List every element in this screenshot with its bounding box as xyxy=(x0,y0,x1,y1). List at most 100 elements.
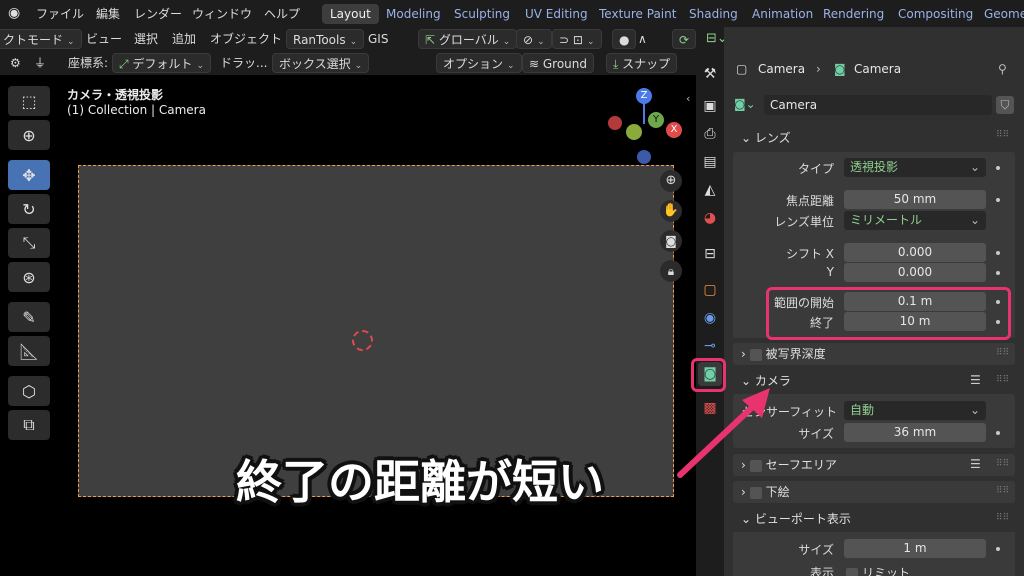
drag-handle-icon[interactable]: ⠿⠿ xyxy=(996,486,1009,496)
tab-sculpting[interactable]: Sculpting xyxy=(446,4,518,24)
gizmo-x-axis[interactable]: X xyxy=(666,122,682,138)
keyframe-dot[interactable] xyxy=(996,271,1000,275)
display-size-field[interactable]: 1 m xyxy=(844,539,986,558)
menu-object[interactable]: オブジェクト xyxy=(204,29,288,49)
tab-modeling[interactable]: Modeling xyxy=(378,4,449,24)
scene-tab-icon[interactable]: ◭ xyxy=(698,178,722,202)
navigation-gizmo[interactable]: Z Y X xyxy=(600,82,690,172)
shift-y-field[interactable]: 0.000 xyxy=(844,263,986,282)
measure-tool[interactable]: 📐︎ xyxy=(8,336,50,366)
menu-gis[interactable]: GIS xyxy=(362,29,394,49)
collection-label: (1) Collection | Camera xyxy=(67,103,206,117)
transform-orientation-dropdown[interactable]: ⇱ グローバル ⌄ xyxy=(418,29,518,49)
object-tool[interactable]: ⧉ xyxy=(8,410,50,440)
tab-texture-paint[interactable]: Texture Paint xyxy=(591,4,684,24)
keyframe-dot[interactable] xyxy=(996,547,1000,551)
drag-handle-icon[interactable]: ⠿⠿ xyxy=(996,375,1009,385)
focal-length-field[interactable]: 50 mm xyxy=(844,190,986,209)
visibility-dropdown[interactable]: ⟳ xyxy=(672,29,697,49)
limit-checkbox[interactable]: リミット xyxy=(846,564,910,576)
constraints-tab-icon[interactable]: ⊸ xyxy=(698,334,722,358)
pin-icon[interactable]: ⚲ xyxy=(998,62,1007,76)
snap-button[interactable]: ⤓ スナップ xyxy=(606,53,678,73)
sensor-size-field[interactable]: 36 mm xyxy=(844,423,986,442)
coord-system-dropdown[interactable]: ⤢ デフォルト ⌄ xyxy=(112,53,211,73)
mode-dropdown[interactable]: クトモード ⌄ xyxy=(0,29,82,49)
keyframe-dot[interactable] xyxy=(996,431,1000,435)
zoom-icon[interactable]: ⊕ xyxy=(660,170,682,192)
menu-edit[interactable]: 編集 xyxy=(96,5,120,22)
type-dropdown[interactable]: 透視投影 ⌄ xyxy=(844,158,986,177)
shift-x-field[interactable]: 0.000 xyxy=(844,243,986,262)
tab-animation[interactable]: Animation xyxy=(744,4,821,24)
object-tab-icon[interactable]: ▢ xyxy=(698,278,722,302)
annotate-tool[interactable]: ✎ xyxy=(8,302,50,332)
tab-rendering[interactable]: Rendering xyxy=(815,4,892,24)
menu-window[interactable]: ウィンドウ xyxy=(192,5,252,22)
lens-panel-header[interactable]: ⌄ レンズ xyxy=(733,127,1015,149)
output-tab-icon[interactable]: ⎙ xyxy=(698,122,722,146)
select-box-tool[interactable]: ⬚ xyxy=(8,86,50,116)
axis-icon: ⤢ xyxy=(119,57,133,71)
tab-uv-editing[interactable]: UV Editing xyxy=(517,4,596,24)
options-dropdown[interactable]: オプション ⌄ xyxy=(436,53,522,73)
menu-select[interactable]: 選択 xyxy=(128,29,164,49)
rotate-tool[interactable]: ↻ xyxy=(8,194,50,224)
display-size-label: サイズ xyxy=(798,543,834,557)
dof-panel-header[interactable]: › 被写界深度 xyxy=(733,343,1015,365)
lock-icon[interactable]: 🔒︎ xyxy=(660,260,682,282)
tab-geometry[interactable]: Geomet xyxy=(976,4,1024,24)
ground-button[interactable]: ≋ Ground xyxy=(522,53,595,73)
select-mode-dropdown[interactable]: ボックス選択 ⌄ xyxy=(272,53,370,73)
tab-compositing[interactable]: Compositing xyxy=(890,4,981,24)
pan-hand-icon[interactable]: ✋ xyxy=(660,200,682,222)
filter-icon[interactable]: ⏚ xyxy=(28,53,52,73)
tab-shading[interactable]: Shading xyxy=(681,4,746,24)
datablock-name-field[interactable]: Camera xyxy=(764,95,992,115)
datablock-icon[interactable]: ◙⌄ xyxy=(734,97,756,111)
pivot-dropdown[interactable]: ⊘ ⌄ xyxy=(516,29,552,49)
sensor-fit-dropdown[interactable]: 自動 ⌄ xyxy=(844,401,986,420)
transform-tool[interactable]: ⊛ xyxy=(8,262,50,292)
shield-icon[interactable]: ⛉ xyxy=(996,96,1014,114)
keyframe-dot[interactable] xyxy=(996,251,1000,255)
keyframe-dot[interactable] xyxy=(996,166,1000,170)
viewport-display-panel-header[interactable]: ⌄ ビューポート表示 xyxy=(733,508,1015,530)
drag-handle-icon[interactable]: ⠿⠿ xyxy=(996,130,1009,140)
dof-checkbox[interactable] xyxy=(749,348,762,361)
gizmo-y-axis[interactable]: Y xyxy=(648,112,664,128)
view-layer-tab-icon[interactable]: ▤ xyxy=(698,150,722,174)
gizmo-neg-x-axis[interactable] xyxy=(608,116,622,130)
lens-unit-dropdown[interactable]: ミリメートル ⌄ xyxy=(844,211,986,230)
menu-file[interactable]: ファイル xyxy=(36,5,84,22)
gizmo-neg-z-axis[interactable] xyxy=(637,150,651,164)
menu-help[interactable]: ヘルプ xyxy=(264,5,300,22)
collection-tab-icon[interactable]: ⊟ xyxy=(698,242,722,266)
world-tab-icon[interactable]: ◕ xyxy=(698,206,722,230)
drag-handle-icon[interactable]: ⠿⠿ xyxy=(996,459,1009,469)
cursor-tool[interactable]: ⊕ xyxy=(8,120,50,150)
render-tab-icon[interactable]: ▣ xyxy=(698,94,722,118)
falloff-dropdown[interactable]: ∧ xyxy=(632,29,653,49)
tool-tab-icon[interactable]: ⚒ xyxy=(698,62,722,86)
gizmo-neg-y-axis[interactable] xyxy=(626,124,642,140)
drag-handle-icon[interactable]: ⠿⠿ xyxy=(996,348,1009,358)
scale-tool[interactable]: ⤡ xyxy=(8,228,50,258)
camera-view-icon[interactable]: ◙ xyxy=(660,230,682,252)
gear-icon[interactable]: ⚙ xyxy=(4,53,27,73)
snap-toggle[interactable]: ⊃ ⊡ ⌄ xyxy=(552,29,602,49)
drag-handle-icon[interactable]: ⠿⠿ xyxy=(996,513,1009,523)
menu-view[interactable]: ビュー xyxy=(80,29,128,49)
menu-add[interactable]: 追加 xyxy=(166,29,202,49)
physics-tab-icon[interactable]: ◉ xyxy=(698,306,722,330)
blender-logo-icon[interactable]: ◉ xyxy=(8,5,20,21)
keyframe-dot[interactable] xyxy=(996,198,1000,202)
list-icon[interactable]: ☰ xyxy=(970,457,981,471)
menu-render[interactable]: レンダー xyxy=(134,5,182,22)
add-cube-tool[interactable]: ⬡ xyxy=(8,376,50,406)
list-icon[interactable]: ☰ xyxy=(970,373,981,387)
gizmo-z-axis[interactable]: Z xyxy=(636,88,652,104)
tab-layout[interactable]: Layout xyxy=(322,4,379,24)
rantools-dropdown[interactable]: RanTools ⌄ xyxy=(286,29,365,49)
move-tool[interactable]: ✥ xyxy=(8,160,50,190)
